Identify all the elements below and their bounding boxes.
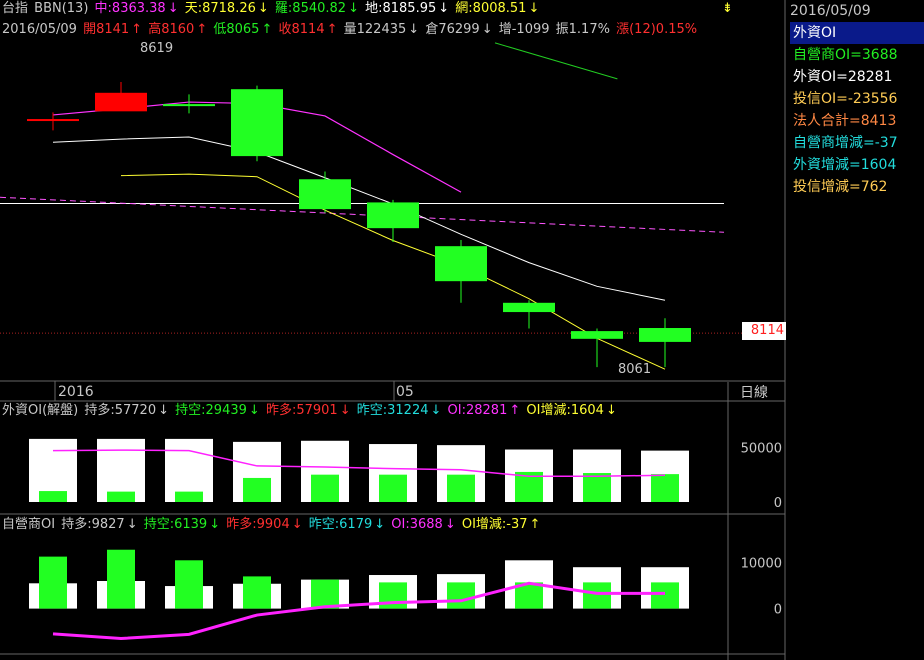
side-item-5[interactable]: 自營商增減=-37 [790, 132, 924, 154]
period-label: 日線 [740, 385, 768, 401]
foreign-short-bar-0 [39, 491, 67, 502]
dealer-short-bar-1 [107, 549, 135, 609]
candle-body-9 [639, 328, 691, 342]
foreign-short-bar-1 [107, 491, 135, 502]
side-item-6[interactable]: 外資增減=1604 [790, 154, 924, 176]
candle-body-0 [27, 119, 79, 122]
candle-body-8 [571, 331, 623, 339]
dealer-short-bar-2 [175, 560, 203, 609]
dealer-short-bar-9 [651, 582, 679, 609]
dealer-short-bar-0 [39, 556, 67, 609]
candle-body-5 [367, 202, 419, 229]
foreign-short-bar-3 [243, 477, 271, 502]
foreign-ytick-1: 50000 [741, 441, 782, 456]
high-annotation: 8619 [140, 41, 173, 56]
foreign-ytick-0: 0 [774, 496, 782, 511]
dealer-ytick-0: 0 [774, 603, 782, 618]
side-item-7[interactable]: 投信增減=762 [790, 176, 924, 198]
candle-body-4 [299, 179, 351, 210]
side-item-1[interactable]: 自營商OI=3688 [790, 44, 924, 66]
side-item-3[interactable]: 投信OI=-23556 [790, 88, 924, 110]
side-item-0[interactable]: 外資OI [790, 22, 924, 44]
sky-band-line [494, 42, 618, 80]
candle-body-7 [503, 302, 555, 313]
dealer-ytick-1: 10000 [741, 557, 782, 572]
side-item-2[interactable]: 外資OI=28281 [790, 66, 924, 88]
candle-body-6 [435, 246, 487, 282]
candle-body-3 [231, 89, 283, 157]
foreign-short-bar-5 [379, 474, 407, 502]
dealer-short-bar-8 [583, 582, 611, 609]
scroll-arrow-icon[interactable]: ⇟ [722, 1, 733, 16]
foreign-short-bar-8 [583, 473, 611, 502]
candle-body-1 [95, 92, 147, 112]
candle-body-2 [163, 104, 215, 107]
month-axis-label: 05 [396, 384, 414, 400]
dealer-short-bar-4 [311, 579, 339, 609]
foreign-short-bar-4 [311, 474, 339, 502]
year-axis-label: 2016 [58, 384, 94, 400]
side-item-4[interactable]: 法人合計=8413 [790, 110, 924, 132]
last-price-tag: 8114 [742, 322, 786, 340]
low-annotation: 8061 [618, 362, 651, 377]
foreign-short-bar-6 [447, 474, 475, 502]
dealer-short-bar-3 [243, 576, 271, 609]
svg-text:⇟: ⇟ [722, 1, 733, 16]
side-date: 2016/05/09 [790, 3, 871, 19]
foreign-short-bar-2 [175, 491, 203, 502]
side-panel: 2016/05/09 外資OI 自營商OI=3688 外資OI=28281 投信OI=… [787, 0, 924, 210]
foreign-short-bar-9 [651, 474, 679, 502]
mid-band-line [52, 136, 666, 301]
dealer-short-bar-6 [447, 582, 475, 609]
